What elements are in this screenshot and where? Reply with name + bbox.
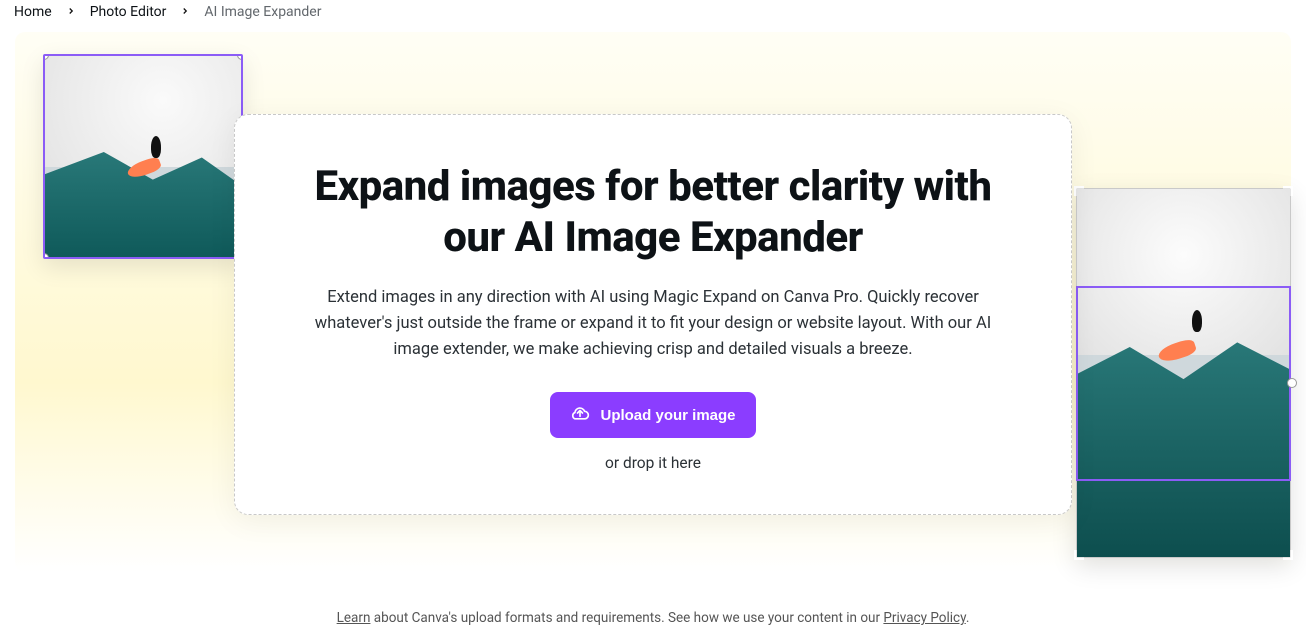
upload-button-label: Upload your image xyxy=(600,407,735,424)
preview-image-before xyxy=(43,54,243,259)
preview-surfer xyxy=(151,136,161,158)
breadcrumb: Home Photo Editor AI Image Expander xyxy=(0,0,1306,32)
drop-hint: or drop it here xyxy=(295,454,1011,472)
crop-corner-icon[interactable] xyxy=(1279,546,1293,560)
hero-description: Extend images in any direction with AI u… xyxy=(295,285,1011,362)
hero-section: Expand images for better clarity with ou… xyxy=(15,32,1291,572)
upload-card[interactable]: Expand images for better clarity with ou… xyxy=(234,114,1072,515)
footer-text: about Canva's upload formats and require… xyxy=(370,610,883,626)
breadcrumb-current: AI Image Expander xyxy=(204,4,321,20)
chevron-right-icon xyxy=(180,4,190,20)
chevron-right-icon xyxy=(66,4,76,20)
cloud-upload-icon xyxy=(570,403,590,427)
preview-surfer xyxy=(1192,310,1202,332)
crop-corner-icon[interactable] xyxy=(1074,546,1088,560)
preview-sky xyxy=(45,56,241,167)
breadcrumb-photo-editor[interactable]: Photo Editor xyxy=(90,4,167,20)
resize-handle-icon[interactable] xyxy=(1287,378,1297,388)
upload-button[interactable]: Upload your image xyxy=(550,392,755,438)
preview-image-after xyxy=(1076,188,1291,558)
crop-corner-icon[interactable] xyxy=(1279,186,1293,200)
footer-note: Learn about Canva's upload formats and r… xyxy=(0,610,1306,626)
breadcrumb-home[interactable]: Home xyxy=(14,4,52,20)
preview-water xyxy=(1076,329,1291,558)
hero-title: Expand images for better clarity with ou… xyxy=(295,161,1011,263)
privacy-policy-link[interactable]: Privacy Policy xyxy=(883,610,965,626)
preview-sky xyxy=(1076,188,1291,355)
crop-corner-icon[interactable] xyxy=(1074,186,1088,200)
learn-link[interactable]: Learn xyxy=(337,610,371,626)
footer-period: . xyxy=(966,610,970,626)
